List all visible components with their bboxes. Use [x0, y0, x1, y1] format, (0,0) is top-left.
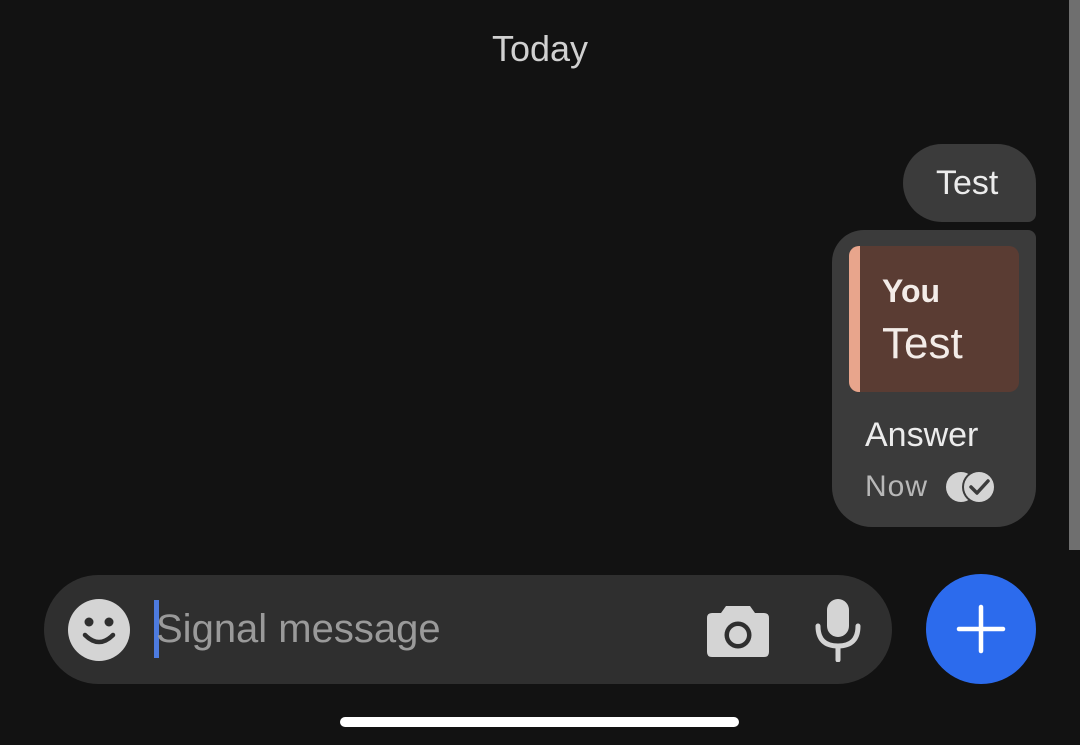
camera-icon[interactable] [706, 600, 770, 658]
scrollbar[interactable] [1069, 0, 1080, 550]
quote-author: You [882, 273, 941, 309]
quote-text: Test [882, 319, 963, 368]
message-text: Answer [865, 416, 979, 454]
message-timestamp: Now [865, 470, 929, 503]
quoted-message[interactable]: You Test [849, 246, 1019, 392]
message-text: Test [936, 164, 999, 202]
read-receipt-icon [946, 470, 997, 504]
emoji-icon[interactable] [68, 599, 130, 661]
message-composer [44, 575, 892, 684]
message-meta: Now [865, 469, 998, 505]
add-attachment-button[interactable] [926, 574, 1036, 684]
microphone-icon[interactable] [815, 598, 861, 662]
home-indicator[interactable] [340, 717, 739, 727]
outgoing-message-bubble[interactable]: Test [903, 144, 1036, 222]
message-input[interactable] [156, 593, 676, 665]
outgoing-reply-bubble[interactable]: You Test Answer Now [832, 230, 1036, 527]
date-header: Today [491, 28, 589, 69]
quote-accent-bar [849, 246, 860, 392]
plus-icon [956, 604, 1006, 654]
